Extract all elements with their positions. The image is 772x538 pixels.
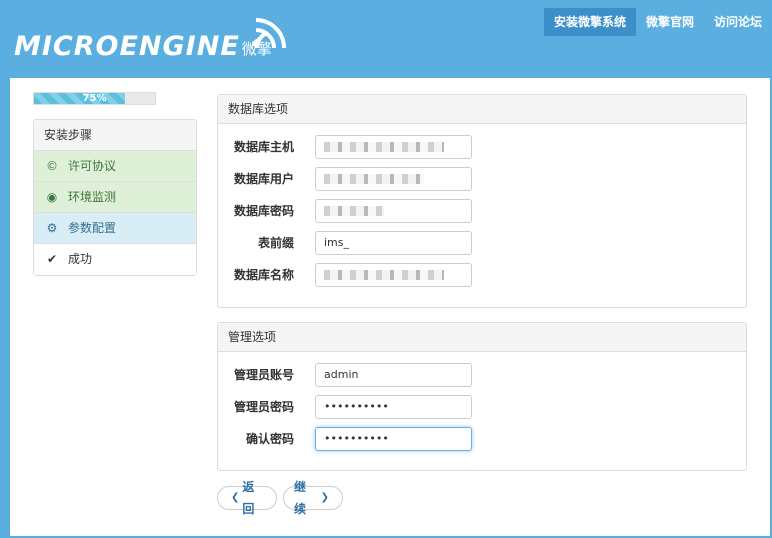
signal-waves-icon (252, 18, 286, 48)
admin-account-label: 管理员账号 (233, 368, 294, 382)
redacted-value (324, 270, 444, 280)
admin-password-input[interactable]: •••••••••• (315, 395, 472, 419)
logo-text: MICROENGINE (14, 31, 240, 62)
progress-label: 75% (82, 93, 107, 104)
field-row: 数据库用户 (218, 167, 746, 191)
gear-icon: ⚙ (46, 220, 58, 235)
step-config: ⚙ 参数配置 (34, 213, 196, 244)
field-row: 确认密码 •••••••••• (218, 427, 746, 451)
db-options-panel: 数据库选项 数据库主机 数据库用户 数据库密码 表前缀 ims_ 数据库名称 (217, 94, 747, 308)
db-user-label: 数据库用户 (233, 172, 294, 186)
install-progress: 75% (33, 92, 156, 105)
redacted-value (324, 142, 444, 152)
step-label: 许可协议 (68, 158, 117, 173)
db-name-label: 数据库名称 (233, 268, 294, 282)
admin-password-label: 管理员密码 (233, 400, 294, 414)
field-row: 表前缀 ims_ (218, 231, 746, 255)
admin-options-panel: 管理选项 管理员账号 admin 管理员密码 •••••••••• 确认密码 •… (217, 322, 747, 471)
confirm-password-input[interactable]: •••••••••• (315, 427, 472, 451)
main-panel: 75% 安装步骤 © 许可协议 ◉ 环境监测 ⚙ 参数配置 ✔ 成功 数据库选项… (10, 78, 770, 536)
redacted-value (324, 174, 424, 184)
step-label: 参数配置 (68, 220, 117, 235)
nav-forum[interactable]: 访问论坛 (704, 8, 772, 36)
step-license: © 许可协议 (34, 151, 196, 182)
chevron-right-icon: ❯ (320, 492, 329, 503)
db-host-input[interactable] (315, 135, 472, 159)
db-password-input[interactable] (315, 199, 472, 223)
redacted-value (324, 206, 384, 216)
field-row: 管理员密码 •••••••••• (218, 395, 746, 419)
header: MICROENGINE 微擎 安装微擎系统 微擎官网 访问论坛 (0, 0, 772, 78)
db-name-input[interactable] (315, 263, 472, 287)
db-password-label: 数据库密码 (233, 204, 294, 218)
copyright-icon: © (46, 158, 58, 173)
step-success: ✔ 成功 (34, 244, 196, 275)
admin-account-input[interactable]: admin (315, 363, 472, 387)
back-button-label: 返回 (242, 480, 255, 516)
step-env-check: ◉ 环境监测 (34, 182, 196, 213)
field-row: 管理员账号 admin (218, 363, 746, 387)
logo[interactable]: MICROENGINE 微擎 (14, 18, 286, 62)
field-row: 数据库主机 (218, 135, 746, 159)
table-prefix-input[interactable]: ims_ (315, 231, 472, 255)
chevron-left-icon: ❮ (231, 492, 240, 503)
field-row: 数据库密码 (218, 199, 746, 223)
panel-title: 数据库选项 (218, 95, 746, 124)
field-row: 数据库名称 (218, 263, 746, 287)
steps-list: 安装步骤 © 许可协议 ◉ 环境监测 ⚙ 参数配置 ✔ 成功 (33, 119, 197, 276)
eye-icon: ◉ (46, 189, 58, 204)
check-icon: ✔ (46, 252, 58, 266)
nav-install-system[interactable]: 安装微擎系统 (543, 8, 636, 36)
panel-title: 管理选项 (218, 323, 746, 352)
next-button[interactable]: 继续 ❯ (283, 480, 343, 516)
nav-official-site[interactable]: 微擎官网 (636, 8, 704, 36)
db-user-input[interactable] (315, 167, 472, 191)
table-prefix-label: 表前缀 (257, 236, 294, 250)
next-button-label: 继续 (294, 480, 307, 516)
step-label: 环境监测 (68, 189, 117, 204)
db-host-label: 数据库主机 (233, 140, 294, 154)
back-button[interactable]: ❮ 返回 (217, 480, 277, 516)
step-label: 成功 (68, 252, 93, 266)
top-nav: 安装微擎系统 微擎官网 访问论坛 (543, 8, 772, 36)
confirm-password-label: 确认密码 (245, 432, 294, 446)
steps-title: 安装步骤 (34, 120, 196, 151)
